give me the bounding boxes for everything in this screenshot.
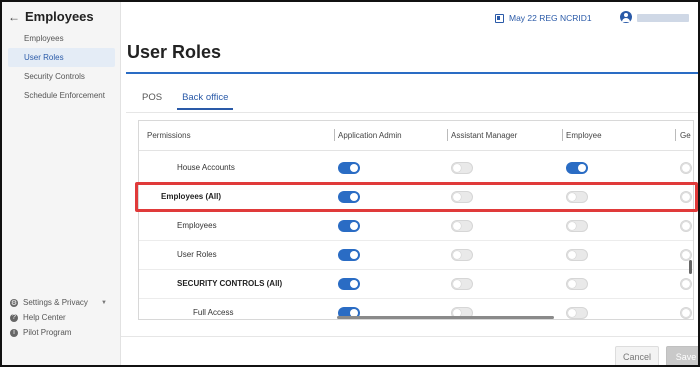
permission-label: Employees bbox=[177, 221, 217, 230]
permission-label: House Accounts bbox=[177, 163, 235, 172]
info-icon: i bbox=[10, 328, 18, 337]
user-name-redacted[interactable] bbox=[637, 14, 689, 22]
permission-label: SECURITY CONTROLS (All) bbox=[177, 279, 283, 288]
toggle-assistant-manager[interactable] bbox=[451, 220, 473, 232]
table-row: House Accounts bbox=[139, 154, 693, 183]
back-arrow-icon[interactable]: ← bbox=[8, 10, 20, 24]
cancel-button[interactable]: Cancel bbox=[615, 346, 659, 365]
tab-back-office[interactable]: Back office bbox=[177, 92, 234, 110]
toggle-employee[interactable] bbox=[566, 191, 588, 203]
tab-pos[interactable]: POS bbox=[142, 92, 162, 110]
header-application-admin: Application Admin bbox=[338, 131, 402, 140]
header-employee: Employee bbox=[566, 131, 602, 140]
toggle-general[interactable] bbox=[680, 307, 692, 319]
toggle-application-admin[interactable] bbox=[338, 249, 360, 261]
sidebar-item-employees[interactable]: Employees bbox=[2, 29, 121, 48]
page-title: User Roles bbox=[127, 42, 222, 62]
toggle-application-admin[interactable] bbox=[338, 162, 360, 174]
store-icon bbox=[495, 13, 504, 23]
save-button[interactable]: Save bbox=[666, 346, 698, 365]
table-row: User Roles bbox=[139, 241, 693, 270]
help-icon: ? bbox=[10, 313, 18, 322]
column-divider[interactable] bbox=[675, 129, 676, 141]
toggle-assistant-manager[interactable] bbox=[451, 191, 473, 203]
toggle-general[interactable] bbox=[680, 191, 692, 203]
toggle-application-admin[interactable] bbox=[338, 220, 360, 232]
sidebar-item-security-controls[interactable]: Security Controls bbox=[2, 67, 121, 86]
permission-label: User Roles bbox=[177, 250, 217, 259]
header-permissions: Permissions bbox=[147, 131, 191, 140]
tabs-divider bbox=[126, 112, 698, 113]
toggle-assistant-manager[interactable] bbox=[451, 249, 473, 261]
toggle-general[interactable] bbox=[680, 162, 692, 174]
top-bar: May 22 REG NCRID1 bbox=[121, 2, 698, 34]
title-divider bbox=[126, 72, 698, 74]
pilot-program-item[interactable]: i Pilot Program bbox=[2, 325, 121, 340]
vertical-scrollbar[interactable] bbox=[689, 260, 692, 274]
permission-label: Full Access bbox=[193, 308, 234, 317]
column-divider[interactable] bbox=[334, 129, 335, 141]
toggle-employee[interactable] bbox=[566, 249, 588, 261]
toggle-employee[interactable] bbox=[566, 278, 588, 290]
table-row: Employees bbox=[139, 212, 693, 241]
sidebar-nav: Employees User Roles Security Controls S… bbox=[2, 29, 121, 105]
app-window: ← Employees Employees User Roles Securit… bbox=[0, 0, 700, 367]
header-assistant-manager: Assistant Manager bbox=[451, 131, 518, 140]
store-selector[interactable]: May 22 REG NCRID1 bbox=[495, 13, 592, 23]
column-divider[interactable] bbox=[562, 129, 563, 141]
permissions-table: Permissions Application Admin Assistant … bbox=[138, 120, 694, 320]
toggle-assistant-manager[interactable] bbox=[451, 278, 473, 290]
settings-privacy-item[interactable]: ⚙ Settings & Privacy ▼ bbox=[2, 295, 121, 310]
toggle-application-admin[interactable] bbox=[338, 278, 360, 290]
column-divider[interactable] bbox=[447, 129, 448, 141]
sidebar-title: Employees bbox=[25, 9, 94, 24]
table-header: Permissions Application Admin Assistant … bbox=[139, 121, 693, 151]
toggle-employee[interactable] bbox=[566, 307, 588, 319]
user-avatar-icon[interactable] bbox=[620, 11, 632, 23]
settings-privacy-label: Settings & Privacy bbox=[23, 298, 88, 307]
toggle-employee[interactable] bbox=[566, 162, 588, 174]
horizontal-scrollbar[interactable] bbox=[337, 316, 554, 319]
chevron-down-icon: ▼ bbox=[101, 299, 107, 306]
table-row: Employees (All) bbox=[139, 183, 693, 212]
store-name: May 22 REG NCRID1 bbox=[509, 13, 592, 23]
footer-bar: Cancel Save bbox=[121, 336, 698, 365]
toggle-application-admin[interactable] bbox=[338, 191, 360, 203]
header-general: Ge bbox=[680, 131, 691, 140]
sidebar: ← Employees Employees User Roles Securit… bbox=[2, 2, 121, 365]
toggle-employee[interactable] bbox=[566, 220, 588, 232]
sidebar-item-user-roles[interactable]: User Roles bbox=[8, 48, 115, 67]
gear-icon: ⚙ bbox=[10, 298, 18, 307]
help-center-item[interactable]: ? Help Center bbox=[2, 310, 121, 325]
permission-label: Employees (All) bbox=[161, 192, 222, 201]
table-row: SECURITY CONTROLS (All) bbox=[139, 270, 693, 299]
help-center-label: Help Center bbox=[23, 313, 66, 322]
toggle-assistant-manager[interactable] bbox=[451, 162, 473, 174]
toggle-general[interactable] bbox=[680, 220, 692, 232]
sidebar-bottom: ⚙ Settings & Privacy ▼ ? Help Center i P… bbox=[2, 295, 121, 340]
sidebar-header: ← Employees bbox=[8, 9, 94, 24]
pilot-program-label: Pilot Program bbox=[23, 328, 72, 337]
tab-bar: POS Back office bbox=[142, 92, 253, 110]
toggle-general[interactable] bbox=[680, 278, 692, 290]
sidebar-item-schedule-enforcement[interactable]: Schedule Enforcement bbox=[2, 86, 121, 105]
